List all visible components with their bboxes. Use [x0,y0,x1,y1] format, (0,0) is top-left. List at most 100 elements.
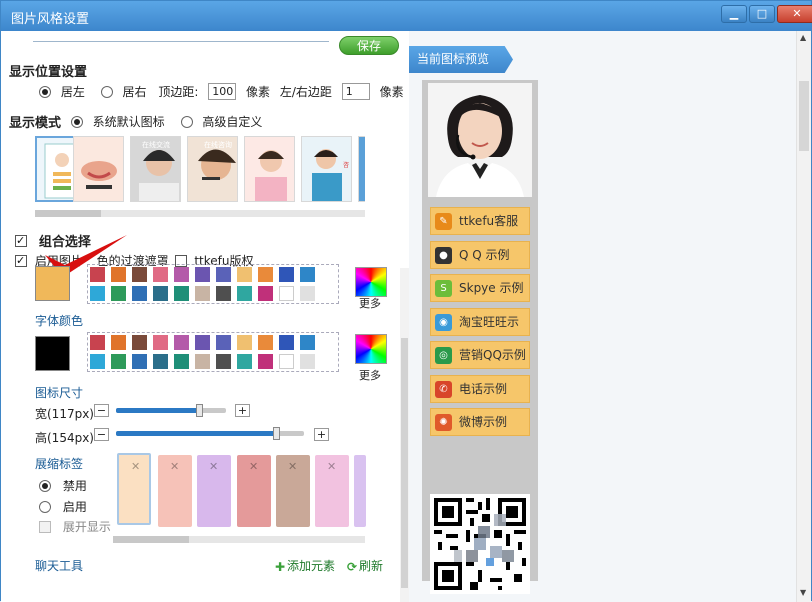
scroll-down-arrow-icon[interactable]: ▼ [800,588,806,597]
contact-button[interactable]: ◎ 营销QQ示例 [430,341,530,369]
width-increase-button[interactable]: + [235,404,250,417]
side-margin-input[interactable]: 1 [341,83,370,100]
color-swatch[interactable] [132,286,147,301]
width-slider[interactable] [116,408,226,413]
color-swatch[interactable] [132,335,147,350]
color-swatch[interactable] [111,267,126,282]
color-swatch[interactable] [153,354,168,369]
add-element-link[interactable]: ✚ 添加元素 [275,557,335,574]
thumbnail-4[interactable]: 在线咨询 [187,136,238,202]
top-margin-input[interactable]: 100 [208,83,237,100]
color-swatch[interactable] [300,286,315,301]
color-swatch[interactable] [216,267,231,282]
color-swatch[interactable] [153,335,168,350]
tab-enable-radio[interactable] [39,500,51,513]
settings-scrollbar[interactable] [400,268,409,602]
height-slider-thumb[interactable] [273,427,280,440]
thumbnail-scrollbar[interactable] [35,210,365,217]
enable-image-checkbox[interactable] [15,254,27,267]
tab-disable-radio[interactable] [39,479,51,492]
color-swatch[interactable] [237,354,252,369]
height-increase-button[interactable]: + [314,428,329,441]
color-swatch[interactable] [216,354,231,369]
contact-button[interactable]: ● Q Q 示例 [430,240,530,269]
contact-button[interactable]: ◉ 淘宝旺旺示 [430,307,530,336]
color-swatch[interactable] [300,335,315,350]
tab-style-4[interactable]: ✕ [237,455,271,527]
color-swatch[interactable] [174,354,189,369]
left-radio[interactable] [39,85,51,98]
width-slider-thumb[interactable] [196,404,203,417]
color-swatch[interactable] [90,354,105,369]
color-swatch[interactable] [237,286,252,301]
thumbnail-3[interactable]: 在线交流 [130,136,181,202]
color-swatch[interactable] [195,354,210,369]
contact-button[interactable]: S Skpye 示例 [430,274,530,302]
color-swatch[interactable] [300,354,315,369]
color-swatch[interactable] [132,354,147,369]
refresh-link[interactable]: ⟳ 刷新 [347,557,383,574]
color-swatch[interactable] [216,286,231,301]
color-swatch[interactable] [195,286,210,301]
color-swatch[interactable] [174,335,189,350]
color-swatch[interactable] [279,286,294,301]
expand-checkbox[interactable] [39,520,51,533]
color-swatch[interactable] [195,335,210,350]
tab-style-2[interactable]: ✕ [158,455,192,527]
color-swatch[interactable] [195,267,210,282]
color-swatch[interactable] [279,335,294,350]
scrollbar-thumb[interactable] [35,210,101,217]
color-swatch[interactable] [132,267,147,282]
save-button[interactable]: 保存 [339,36,399,55]
color-swatch[interactable] [153,286,168,301]
color-swatch[interactable] [258,335,273,350]
thumbnail-5[interactable] [244,136,295,202]
minimize-button[interactable]: ▁ [721,5,747,23]
combo-checkbox[interactable] [15,234,27,247]
more-colors-button[interactable] [355,267,387,297]
tab-style-5[interactable]: ✕ [276,455,310,527]
color-swatch[interactable] [279,354,294,369]
tab-style-1[interactable]: ✕ [117,453,151,525]
color-swatch[interactable] [111,354,126,369]
preview-scrollbar[interactable]: ▲ ▼ [796,31,811,602]
icon-color-swatch[interactable] [35,266,70,301]
maximize-button[interactable]: □ [749,5,775,23]
color-swatch[interactable] [90,286,105,301]
title-bar[interactable]: 图片风格设置 ▁ □ ✕ [1,1,812,31]
scrollbar-thumb[interactable] [401,338,408,588]
tab-style-scrollbar[interactable] [113,536,365,543]
color-swatch[interactable] [258,286,273,301]
thumbnail-7[interactable] [358,136,365,202]
color-swatch[interactable] [111,335,126,350]
color-swatch[interactable] [216,335,231,350]
thumbnail-6[interactable]: 咨 [301,136,352,202]
width-decrease-button[interactable]: − [94,404,109,417]
thumbnail-2[interactable] [73,136,124,202]
tab-style-6[interactable]: ✕ [315,455,349,527]
color-swatch[interactable] [174,286,189,301]
color-swatch[interactable] [279,267,294,282]
contact-button[interactable]: ✺ 微博示例 [430,408,530,436]
scrollbar-thumb[interactable] [113,536,189,543]
color-swatch[interactable] [111,286,126,301]
scroll-up-arrow-icon[interactable]: ▲ [800,33,806,42]
color-swatch[interactable] [300,267,315,282]
more-font-colors-button[interactable] [355,334,387,364]
custom-radio[interactable] [180,115,193,128]
color-swatch[interactable] [258,267,273,282]
close-button[interactable]: ✕ [777,5,812,23]
contact-button[interactable]: ✆ 电话示例 [430,374,530,403]
color-swatch[interactable] [174,267,189,282]
font-color-swatch[interactable] [35,336,70,371]
color-swatch[interactable] [153,267,168,282]
color-swatch[interactable] [237,267,252,282]
scrollbar-thumb[interactable] [799,81,809,151]
tab-style-3[interactable]: ✕ [197,455,231,527]
right-radio[interactable] [100,85,113,98]
color-swatch[interactable] [237,335,252,350]
contact-button[interactable]: ✎ ttkefu客服 [430,207,530,235]
default-icon-radio[interactable] [70,115,83,128]
color-swatch[interactable] [258,354,273,369]
tab-style-7[interactable] [354,455,366,527]
